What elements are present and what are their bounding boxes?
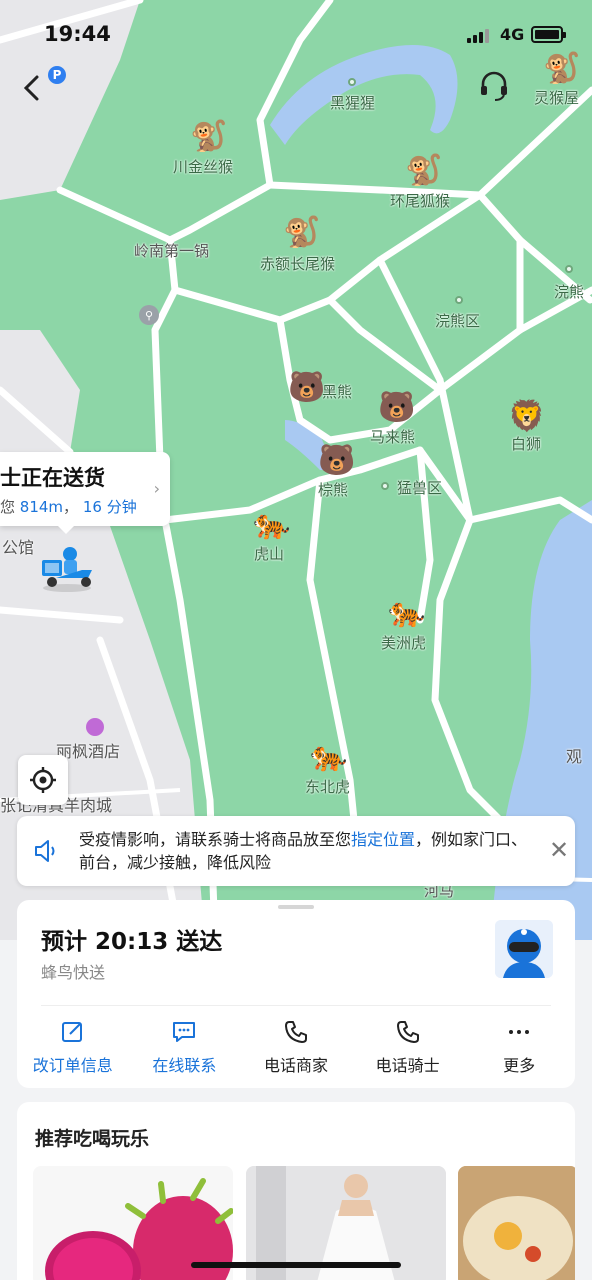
back-button[interactable] [14,70,50,106]
network-type: 4G [500,25,525,44]
rider-distance: 814m [19,498,64,516]
hotel-icon [86,718,104,736]
recommend-item-food[interactable] [458,1166,575,1280]
monkey-icon: 🐒 [190,119,228,154]
order-card: 预计 20:13 送达 蜂鸟快送 改订单信息 在线联系 电话商家 电话骑士 更多 [17,900,575,1088]
signal-icon [467,29,491,43]
map-label-gorilla[interactable]: 黑猩猩 [330,92,375,113]
map-label-brown-bear[interactable]: 棕熊 [318,479,348,500]
map-label-spirit-house[interactable]: 灵猴屋 [534,87,579,108]
map-label-black-bear[interactable]: 黑熊 [322,381,352,402]
rider-helmet-icon [495,920,553,978]
parking-icon: P [48,66,66,84]
rider-distance-line: 您 814m， 16 分钟 [0,498,137,516]
poi-dot [348,78,356,86]
call-merchant-label: 电话商家 [263,1056,328,1075]
monkey-icon: 🐒 [405,153,443,188]
call-merchant-button[interactable]: 电话商家 [240,1018,352,1080]
more-label: 更多 [503,1056,536,1075]
divider [41,1005,551,1006]
poi-dot [565,265,573,273]
map-label-view[interactable]: 观 [566,743,582,767]
close-icon[interactable]: ✕ [549,838,569,862]
map-label-beast-area[interactable]: 猛兽区 [397,477,442,498]
chat-icon [170,1018,198,1046]
call-rider-button[interactable]: 电话骑士 [352,1018,464,1080]
epidemic-notice: 受疫情影响，请联系骑士将商品放至您指定位置，例如家门口、前台，减少接触，降低风险… [17,816,575,886]
map-label-raccoon[interactable]: 浣熊 [554,281,584,302]
chevron-right-icon: › [153,479,160,498]
rider-status-bubble[interactable]: 士正在送货 您 814m， 16 分钟 › [0,452,170,534]
tiger-icon: 🐅 [310,739,348,774]
recommend-title: 推荐吃喝玩乐 [35,1128,150,1150]
call-rider-label: 电话骑士 [375,1056,440,1075]
map-label-raccoon-area[interactable]: 浣熊区 [435,310,480,331]
bear-icon: 🐻 [288,370,326,405]
phone-icon [394,1018,422,1046]
monkey-icon: 🐒 [283,215,321,250]
notice-text: 受疫情影响，请联系骑士将商品放至您指定位置，例如家门口、前台，减少接触，降低风险 [79,830,528,872]
map-label-restaurant[interactable]: 岭南第一锅 [134,240,209,261]
carrier-name: 蜂鸟快送 [41,963,106,982]
more-icon [505,1018,533,1046]
locate-button[interactable] [18,755,68,805]
map-label-american-tiger[interactable]: 美洲虎 [381,632,426,653]
order-actions: 改订单信息 在线联系 电话商家 电话骑士 更多 [17,1018,575,1080]
map-label-sun-bear[interactable]: 马来熊 [370,426,415,447]
delivery-eta: 预计 20:13 送达 [41,929,223,955]
battery-icon [531,26,566,43]
rider-scooter-icon [42,547,92,592]
lion-icon: 🦁 [508,399,546,434]
speaker-icon [35,840,55,862]
bear-icon: 🐻 [378,390,416,425]
status-bar: 19:44 4G [0,0,592,70]
bear-icon: 🐻 [318,443,356,478]
poi-dot [381,482,389,490]
recommend-section: 推荐吃喝玩乐 [17,1102,575,1280]
online-chat-label: 在线联系 [152,1056,217,1075]
map-label-lemur[interactable]: 环尾狐猴 [390,190,450,211]
sheet-drag-handle[interactable] [278,905,314,909]
customer-service-button[interactable] [478,70,510,102]
map-label-golden-monkey[interactable]: 川金丝猴 [173,156,233,177]
restroom-icon: ⚲ [139,305,159,325]
tiger-icon: 🐅 [253,507,291,542]
map-label-museum[interactable]: 公馆 [2,534,34,558]
rider-minutes: 16 分钟 [82,498,137,516]
food-image [458,1166,575,1280]
map-label-macaque[interactable]: 赤额长尾猴 [260,253,335,274]
locate-icon [30,767,56,793]
map-label-ne-tiger[interactable]: 东北虎 [305,776,350,797]
status-time: 19:44 [44,22,111,46]
edit-order-button[interactable]: 改订单信息 [17,1018,129,1080]
home-indicator [191,1262,401,1268]
online-chat-button[interactable]: 在线联系 [129,1018,241,1080]
headset-icon [481,71,507,101]
edit-icon [59,1018,87,1046]
map-label-tiger-hill[interactable]: 虎山 [254,543,284,564]
map-label-white-lion[interactable]: 白狮 [511,433,541,454]
chevron-left-icon [23,75,39,101]
phone-icon [282,1018,310,1046]
edit-order-label: 改订单信息 [32,1056,113,1075]
notice-highlight: 指定位置 [351,830,416,849]
rider-avatar[interactable] [495,920,553,978]
rider-status-title: 士正在送货 [0,466,105,490]
more-button[interactable]: 更多 [463,1018,575,1080]
tiger-icon: 🐅 [388,595,426,630]
poi-dot [455,296,463,304]
